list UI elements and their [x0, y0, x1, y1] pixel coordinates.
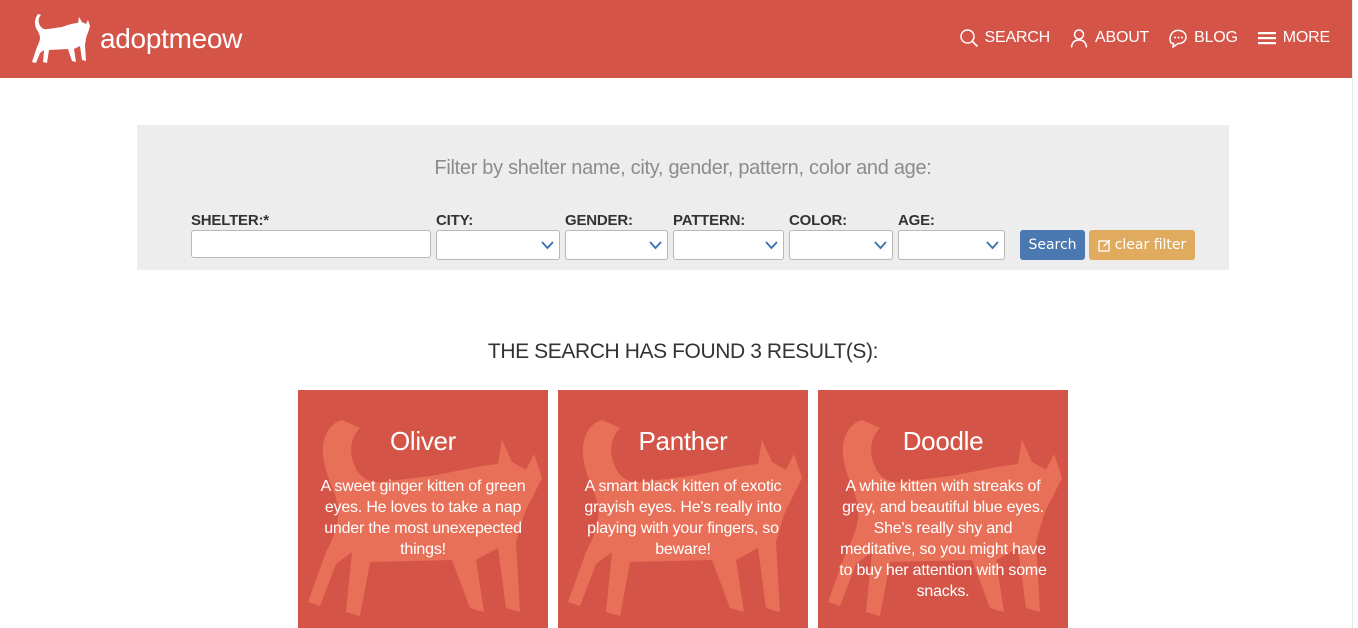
cat-description: A sweet ginger kitten of green eyes. He … [320, 478, 526, 558]
cat-card[interactable]: Oliver A sweet ginger kitten of green ey… [298, 390, 548, 628]
age-label: AGE: [898, 212, 935, 229]
shelter-label: SHELTER:* [191, 212, 269, 229]
pattern-select[interactable] [673, 230, 784, 260]
nav-about-label: ABOUT [1095, 29, 1150, 46]
brand-name: adoptmeow [100, 23, 243, 54]
chat-bubble-icon [1169, 29, 1187, 48]
nav-more-label: MORE [1282, 29, 1330, 46]
results-heading: THE SEARCH HAS FOUND 3 RESULT(S): [487, 340, 879, 363]
main-nav: SEARCH ABOUT BLOG MORE [959, 28, 1330, 48]
gender-select[interactable] [565, 230, 668, 260]
filter-title: Filter by shelter name, city, gender, pa… [434, 157, 932, 179]
cat-description: A white kitten with streaks of grey, and… [839, 478, 1047, 600]
cat-description: A smart black kitten of exotic grayish e… [584, 478, 782, 558]
nav-blog-link[interactable]: BLOG [1168, 28, 1238, 48]
nav-search-label: SEARCH [984, 29, 1051, 46]
shelter-input[interactable] [191, 230, 431, 258]
cat-name: Doodle [902, 426, 984, 456]
cat-card[interactable]: Doodle A white kitten with streaks of gr… [818, 390, 1068, 628]
age-select[interactable] [898, 230, 1005, 260]
user-icon [1070, 29, 1088, 48]
nav-blog-label: BLOG [1194, 29, 1238, 46]
chevron-down-icon [874, 241, 887, 250]
color-select[interactable] [789, 230, 893, 260]
clear-filter-label: clear filter [1114, 237, 1187, 253]
clear-filter-button[interactable]: clear filter [1089, 230, 1195, 260]
search-button[interactable]: Search [1020, 230, 1085, 260]
nav-about-link[interactable]: ABOUT [1069, 28, 1149, 48]
chevron-down-icon [541, 241, 554, 250]
color-label: COLOR: [789, 212, 847, 229]
cat-name: Oliver [389, 426, 457, 456]
brand-logo-link[interactable]: adoptmeow [28, 12, 242, 66]
page-scrollbar[interactable] [1352, 0, 1358, 628]
hamburger-icon [1257, 32, 1276, 45]
cat-card[interactable]: Panther A smart black kitten of exotic g… [558, 390, 808, 628]
nav-more-link[interactable]: MORE [1257, 28, 1330, 48]
filter-panel: Filter by shelter name, city, gender, pa… [137, 125, 1229, 270]
chevron-down-icon [649, 241, 662, 250]
pattern-label: PATTERN: [673, 212, 746, 229]
cat-logo-icon [32, 14, 90, 63]
chevron-down-icon [986, 241, 999, 250]
search-icon [959, 29, 978, 48]
cat-name: Panther [638, 426, 728, 456]
city-label: CITY: [436, 212, 474, 229]
chevron-down-icon [765, 241, 778, 250]
edit-icon [1098, 239, 1111, 252]
top-navigation-bar: adoptmeow SEARCH ABOUT BLOG MORE [0, 0, 1352, 78]
city-select[interactable] [436, 230, 560, 260]
nav-search-link[interactable]: SEARCH [959, 28, 1050, 48]
gender-label: GENDER: [565, 212, 633, 229]
